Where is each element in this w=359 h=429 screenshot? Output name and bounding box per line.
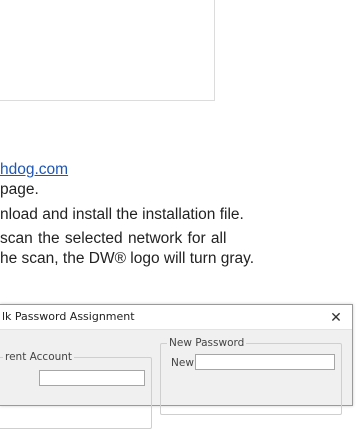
instruction-line-page: page. [0, 181, 39, 198]
new-password-field[interactable] [195, 354, 335, 370]
close-icon[interactable]: ✕ [320, 305, 352, 329]
bulk-password-dialog: lk Password Assignment ✕ rent Account Ne… [0, 304, 353, 429]
current-account-label: rent Account [3, 351, 75, 363]
new-password-label: New Password [167, 337, 247, 349]
current-account-group: rent Account [0, 351, 152, 429]
instruction-line-logo: he scan, the DW® logo will turn gray. [0, 250, 255, 267]
content-frame [0, 0, 215, 101]
dialog-titlebar: lk Password Assignment ✕ [0, 305, 352, 330]
new-password-group: New Password New [160, 337, 342, 415]
current-account-field[interactable] [39, 370, 145, 386]
instruction-line-scan: scan the selected network for all [0, 230, 227, 247]
instruction-line-download: nload and install the installation file. [0, 206, 244, 223]
dialog-title: lk Password Assignment [2, 310, 135, 323]
new-field-label: New [171, 357, 194, 369]
website-link[interactable]: hdog.com [0, 160, 68, 179]
